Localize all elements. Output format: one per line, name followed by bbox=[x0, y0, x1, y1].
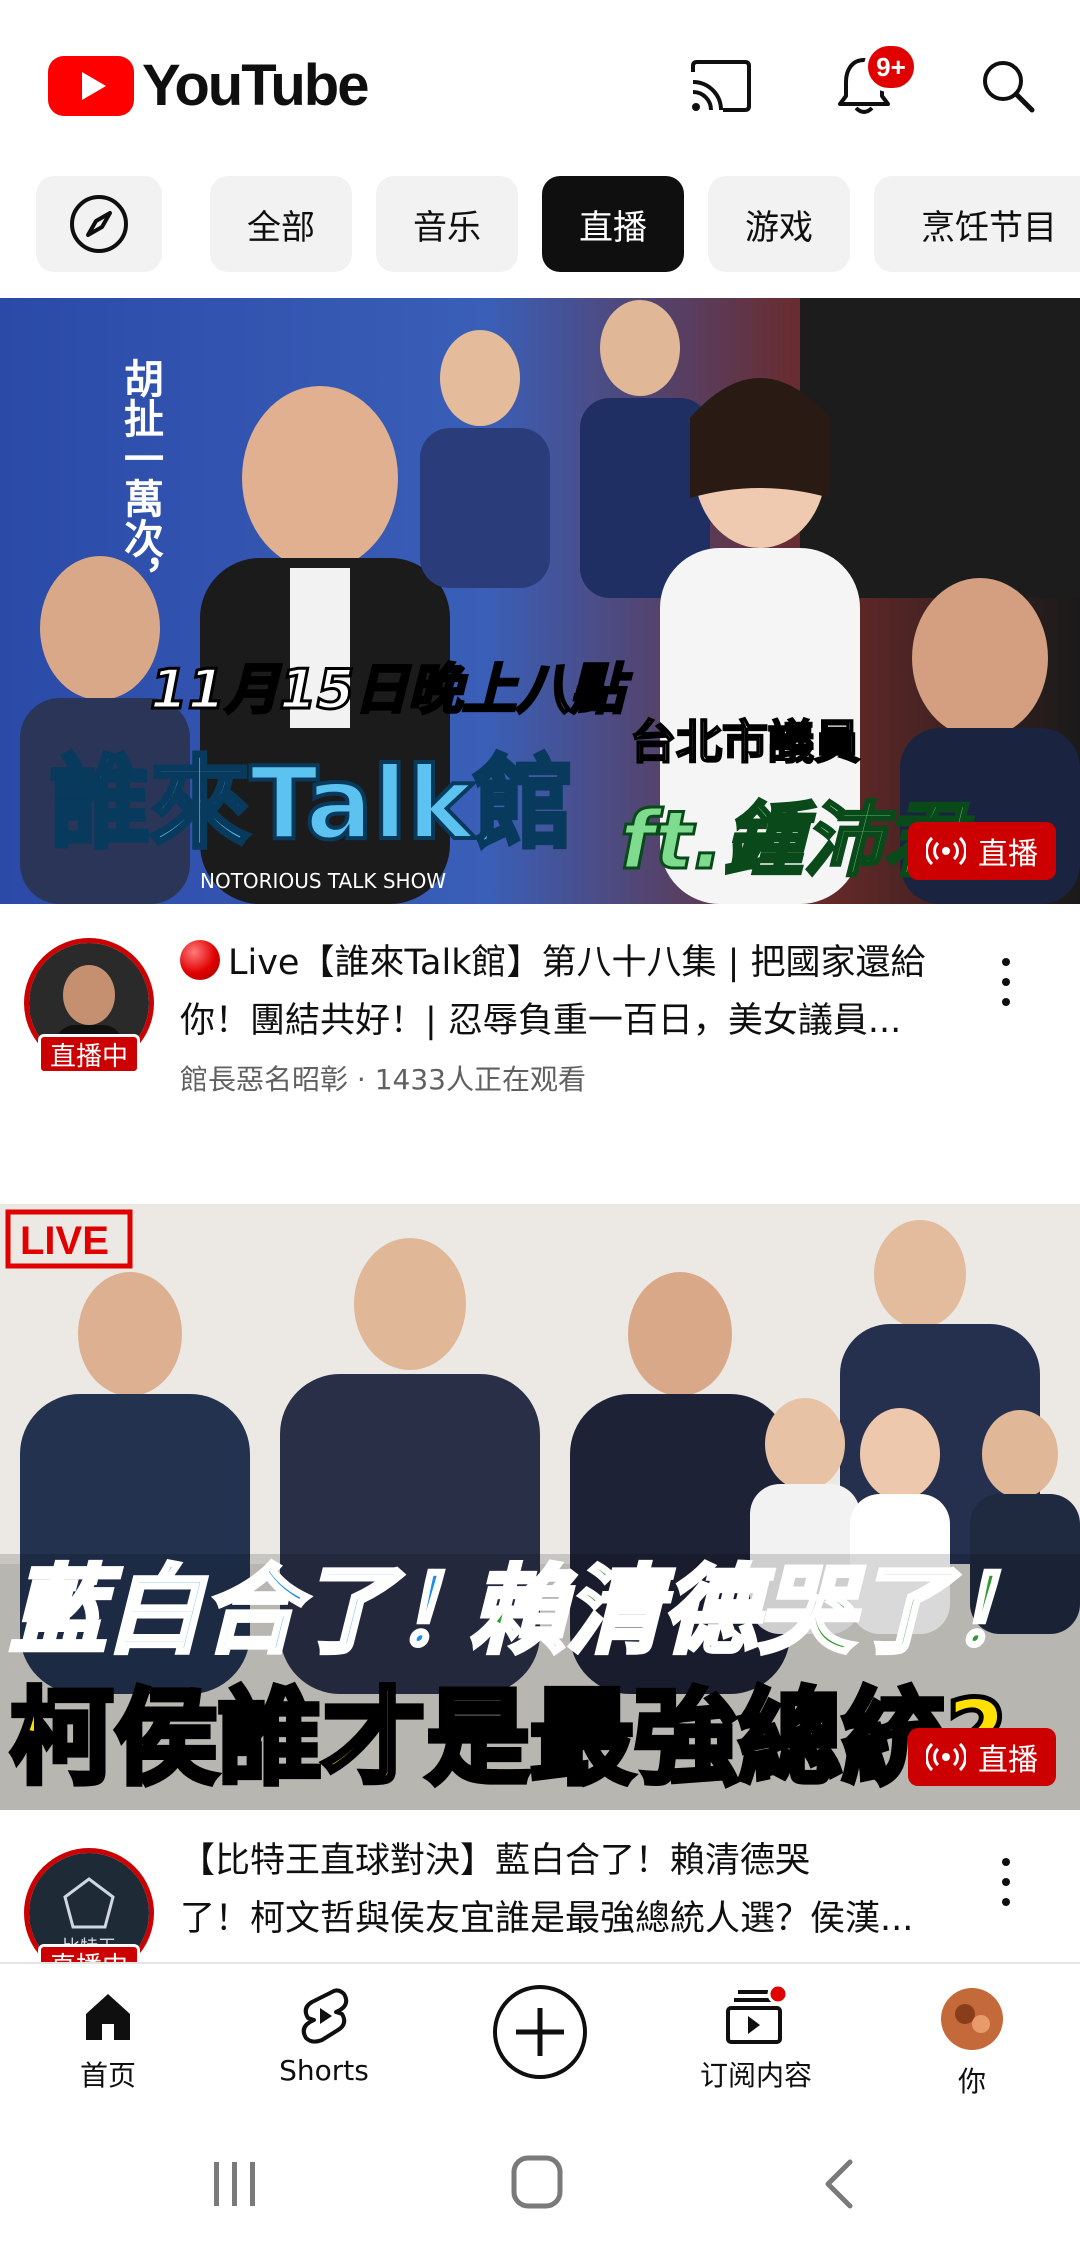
chip-gaming[interactable]: 游戏 bbox=[708, 176, 850, 272]
video-title-line1: 【比特王直球對決】藍白合了！賴清德哭 bbox=[180, 1841, 811, 1881]
thumbnail-headline-yellow: 柯侯誰才是最強總統? bbox=[10, 1677, 1006, 1799]
nav-home[interactable]: 首页 bbox=[18, 1986, 198, 2094]
channel-name: 館長惡名昭彰 bbox=[180, 1063, 349, 1096]
chip-cooking[interactable]: 烹饪节目 bbox=[874, 176, 1080, 272]
live-broadcast-icon bbox=[926, 836, 966, 866]
recent-apps-icon[interactable] bbox=[210, 2158, 260, 2210]
live-badge-label: 直播 bbox=[978, 1743, 1038, 1778]
thumbnail-guest-role: 台北市議員 bbox=[630, 715, 860, 769]
chip-all[interactable]: 全部 bbox=[210, 176, 352, 272]
back-icon[interactable] bbox=[820, 2158, 860, 2210]
app-header: YouTube 9+ bbox=[0, 0, 1080, 170]
thumbnail-show-title: 誰來Talk館 bbox=[50, 745, 574, 862]
video-info: 比特王 直播中 【比特王直球對決】藍白合了！賴清德哭 了！柯文哲與侯友宜誰是最強… bbox=[0, 1810, 1080, 1962]
search-icon[interactable] bbox=[970, 48, 1046, 124]
video-title[interactable]: 【比特王直球對決】藍白合了！賴清德哭 了！柯文哲與侯友宜誰是最強總統人選？侯漢.… bbox=[180, 1832, 960, 1948]
thumbnail-headline-blue: 藍白合了！ bbox=[10, 1555, 490, 1667]
live-badge: 直播 bbox=[908, 1728, 1056, 1786]
red-circle-icon bbox=[180, 940, 220, 980]
video-title[interactable]: Live【誰來Talk館】第八十八集 | 把國家還給 你！團結共好！| 忍辱負重… bbox=[180, 934, 960, 1050]
video-title-line2: 你！團結共好！| 忍辱負重一百日，美女議員... bbox=[180, 1001, 902, 1041]
live-broadcast-icon bbox=[926, 1742, 966, 1772]
nav-you[interactable]: 你 bbox=[882, 1986, 1062, 2100]
youtube-logo[interactable]: YouTube bbox=[48, 52, 369, 119]
create-icon bbox=[493, 1985, 587, 2079]
video-thumbnail[interactable]: LIVE 藍白合了！ 賴清德哭了！ 柯侯誰才是最強總統? 直播 bbox=[0, 1204, 1080, 1810]
viewer-count: 1433人正在观看 bbox=[374, 1063, 586, 1096]
thumbnail-quote-1: 胡扯一萬次， bbox=[117, 358, 164, 598]
more-options-icon[interactable] bbox=[988, 1852, 1024, 1912]
live-badge-label: 直播 bbox=[978, 837, 1038, 872]
thumbnail-show-en: NOTORIOUS TALK SHOW bbox=[200, 869, 446, 893]
live-badge: 直播 bbox=[908, 822, 1056, 880]
video-thumbnail[interactable]: 胡扯一萬次， 11月15日晚上八點 誰來Talk館 NOTORIOUS TALK… bbox=[0, 298, 1080, 904]
video-meta: 館長惡名昭彰 · 1433人正在观看 bbox=[180, 1063, 586, 1096]
nav-shorts[interactable]: Shorts bbox=[234, 1986, 414, 2087]
nav-you-label: 你 bbox=[957, 2065, 986, 2098]
thumbnail-headline-green: 賴清德哭了！ bbox=[470, 1555, 1046, 1667]
notification-count-badge: 9+ bbox=[864, 42, 918, 92]
nav-create[interactable] bbox=[450, 1982, 630, 2082]
video-title-line1: Live【誰來Talk館】第八十八集 | 把國家還給 bbox=[228, 943, 926, 983]
video-info: 直播中 Live【誰來Talk館】第八十八集 | 把國家還給 你！團結共好！| … bbox=[0, 904, 1080, 1104]
subscriptions-icon bbox=[726, 1986, 788, 2044]
chip-music[interactable]: 音乐 bbox=[376, 176, 518, 272]
nav-shorts-label: Shorts bbox=[279, 2054, 369, 2087]
filter-chips-bar: 全部 音乐 直播 游戏 烹饪节目 bbox=[0, 176, 1080, 272]
thumbnail-image: LIVE 藍白合了！ 賴清德哭了！ 柯侯誰才是最強總統? bbox=[0, 1204, 1080, 1810]
video-title-line2: 了！柯文哲與侯友宜誰是最強總統人選？侯漢... bbox=[180, 1899, 914, 1939]
thumbnail-image: 胡扯一萬次， 11月15日晚上八點 誰來Talk館 NOTORIOUS TALK… bbox=[0, 298, 1080, 904]
logo-text: YouTube bbox=[142, 53, 369, 118]
bottom-navigation: 首页 Shorts 订阅内容 你 bbox=[0, 1962, 1080, 2120]
home-button-icon[interactable] bbox=[510, 2154, 564, 2210]
avatar-live-tag: 直播中 bbox=[38, 1034, 140, 1074]
home-icon bbox=[86, 1994, 130, 2040]
nav-subscriptions[interactable]: 订阅内容 bbox=[666, 1986, 846, 2094]
youtube-play-icon bbox=[48, 55, 134, 116]
thumbnail-date: 11月15日晚上八點 bbox=[150, 658, 632, 721]
shorts-icon bbox=[301, 1988, 349, 2044]
chip-live[interactable]: 直播 bbox=[542, 176, 684, 272]
explore-chip[interactable] bbox=[36, 176, 162, 272]
system-navigation-bar bbox=[0, 2120, 1080, 2250]
profile-avatar bbox=[941, 1988, 1003, 2050]
nav-subscriptions-label: 订阅内容 bbox=[699, 2059, 812, 2092]
cast-icon[interactable] bbox=[682, 48, 758, 124]
compass-icon bbox=[70, 195, 128, 253]
more-options-icon[interactable] bbox=[988, 952, 1024, 1012]
thumbnail-live-corner: LIVE bbox=[20, 1219, 109, 1263]
avatar-live-tag: 直播中 bbox=[38, 1944, 140, 1962]
nav-home-label: 首页 bbox=[79, 2059, 136, 2092]
